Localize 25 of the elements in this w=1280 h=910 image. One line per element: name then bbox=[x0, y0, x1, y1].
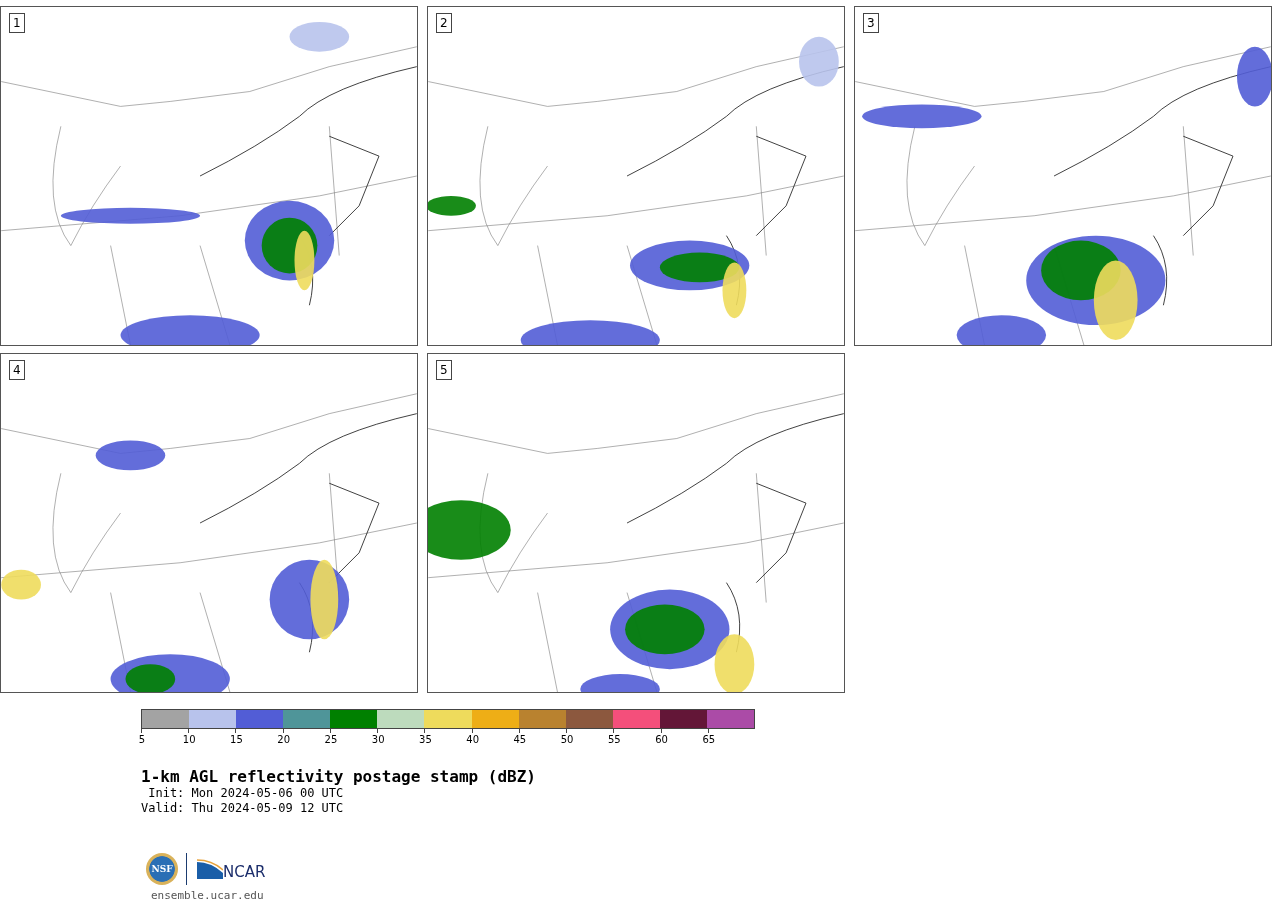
wave-logo-icon bbox=[197, 859, 223, 879]
tick-label: 35 bbox=[419, 734, 432, 745]
valid-time: Valid: Thu 2024-05-09 12 UTC bbox=[141, 801, 345, 816]
panel-number: 5 bbox=[436, 360, 452, 380]
tick-label: 25 bbox=[324, 734, 338, 745]
tick-label: 10 bbox=[182, 734, 196, 745]
chart-title: 1-km AGL reflectivity postage stamp (dBZ) bbox=[141, 768, 537, 786]
tick-label: 20 bbox=[277, 734, 291, 745]
nsf-logo: NSF bbox=[146, 853, 178, 885]
panel-number: 4 bbox=[9, 360, 25, 380]
tick-label: 50 bbox=[560, 734, 574, 745]
site-address: ensemble.ucar.edu bbox=[151, 889, 265, 902]
tick-label: 30 bbox=[371, 734, 385, 745]
panel-number: 3 bbox=[863, 13, 879, 33]
tick-label: 60 bbox=[655, 734, 668, 745]
tick-label: 55 bbox=[608, 734, 621, 745]
tick-label: 15 bbox=[230, 734, 243, 745]
init-time: Init: Mon 2024-05-06 00 UTC bbox=[147, 786, 345, 801]
tick-label: 5 bbox=[138, 734, 146, 745]
ncar-logo-text: NCAR bbox=[223, 863, 266, 881]
panel-number: 2 bbox=[436, 13, 452, 33]
tick-label: 65 bbox=[702, 734, 716, 745]
panel-number: 1 bbox=[9, 13, 25, 33]
tick-label: 45 bbox=[513, 734, 527, 745]
tick-label: 40 bbox=[466, 734, 479, 745]
